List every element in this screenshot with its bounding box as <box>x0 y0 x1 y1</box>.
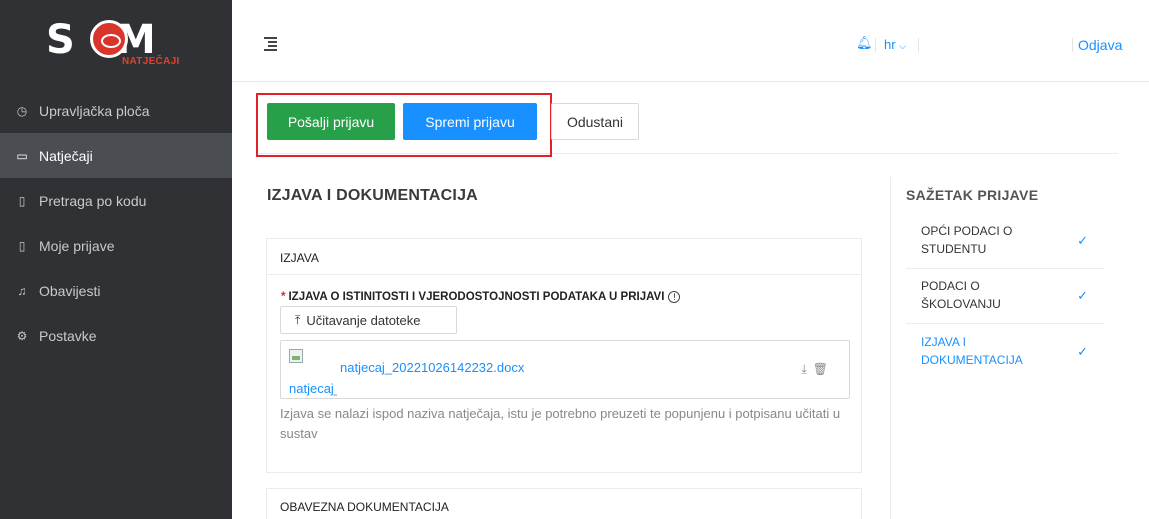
bell-icon: ♫ <box>17 283 27 298</box>
sidebar-item-label: Obavijesti <box>39 282 101 299</box>
sidebar-item-my-applications[interactable]: ▯ Moje prijave <box>0 223 232 268</box>
chevron-down-icon: ⌵ <box>899 41 907 51</box>
file-link[interactable]: natjecaj_20221026142232.docx <box>340 360 524 375</box>
check-icon: ✓ <box>1077 288 1088 303</box>
gear-icon: ⚙ <box>16 328 28 343</box>
sidebar-item-label: Postavke <box>39 327 97 344</box>
file-text-icon: ▯ <box>18 238 26 253</box>
sidebar: SM NATJEČAJI ◷ Upravljačka ploča ▭ Natje… <box>0 0 232 519</box>
divider <box>1072 38 1073 52</box>
file-icon: ▯ <box>18 193 26 208</box>
notification-bell-icon[interactable]: 🔔︎ <box>856 35 873 51</box>
check-icon: ✓ <box>1077 344 1088 359</box>
section-title: IZJAVA I DOKUMENTACIJA <box>267 187 478 204</box>
summary-item-label: IZJAVA I DOKUMENTACIJA <box>921 335 1023 367</box>
logo-subtitle: NATJEČAJI <box>122 56 180 67</box>
logo[interactable]: SM NATJEČAJI <box>0 0 232 84</box>
top-bar: 🔔︎ hr ⌵ Odjava <box>232 0 1149 82</box>
divider <box>875 38 876 52</box>
broken-image-icon <box>289 349 303 363</box>
required-docs-card: OBAVEZNA DOKUMENTACIJA <box>266 488 862 519</box>
upload-file-button[interactable]: ⤒ Učitavanje datoteke <box>280 306 457 334</box>
summary-title: SAŽETAK PRIJAVE <box>906 187 1039 203</box>
sidebar-item-label: Natječaji <box>39 147 93 164</box>
card-title: OBAVEZNA DOKUMENTACIJA <box>280 500 449 514</box>
sidebar-item-label: Moje prijave <box>39 237 115 254</box>
summary-item-general-info[interactable]: OPĆI PODACI O STUDENTU ✓ <box>906 213 1104 269</box>
card-title: IZJAVA <box>267 239 861 275</box>
summary-item-label: PODACI O ŠKOLOVANJU <box>921 279 1001 311</box>
file-thumbnail-alt[interactable]: natjecaj_20221026142232.docx <box>289 381 337 396</box>
folder-icon: ▭ <box>16 148 28 163</box>
save-application-button[interactable]: Spremi prijavu <box>403 103 537 140</box>
sidebar-item-notifications[interactable]: ♫ Obavijesti <box>0 268 232 313</box>
sidebar-item-label: Upravljačka ploča <box>39 102 150 119</box>
required-mark: * <box>281 291 286 303</box>
file-actions: ⤓🗑︎ <box>801 362 834 377</box>
logo-emblem <box>90 20 128 58</box>
sidebar-nav: ◷ Upravljačka ploča ▭ Natječaji ▯ Pretra… <box>0 88 232 358</box>
check-icon: ✓ <box>1077 233 1088 248</box>
summary-item-documentation[interactable]: IZJAVA I DOKUMENTACIJA ✓ <box>906 324 1104 374</box>
logout-link[interactable]: Odjava <box>1078 37 1122 53</box>
divider <box>918 38 919 52</box>
cancel-button[interactable]: Odustani <box>551 103 639 140</box>
upload-icon: ⤒ <box>295 312 301 327</box>
sidebar-item-dashboard[interactable]: ◷ Upravljačka ploča <box>0 88 232 133</box>
dashboard-icon: ◷ <box>16 103 28 118</box>
field-hint: Izjava se nalazi ispod naziva natječaja,… <box>280 406 841 441</box>
language-select[interactable]: hr ⌵ <box>884 37 906 52</box>
uploaded-file: natjecaj_20221026142232.docx natjecaj_20… <box>280 340 850 399</box>
sidebar-item-search-by-code[interactable]: ▯ Pretraga po kodu <box>0 178 232 223</box>
menu-fold-icon[interactable] <box>264 37 277 51</box>
statement-card: IZJAVA * IZJAVA O ISTINITOSTI I VJERODOST… <box>266 238 862 473</box>
summary-item-education[interactable]: PODACI O ŠKOLOVANJU ✓ <box>906 269 1104 324</box>
summary-item-label: OPĆI PODACI O STUDENTU <box>921 224 1013 256</box>
sidebar-item-settings[interactable]: ⚙ Postavke <box>0 313 232 358</box>
send-application-button[interactable]: Pošalji prijavu <box>267 103 395 140</box>
delete-icon[interactable]: 🗑︎ <box>813 362 834 376</box>
field-label: * IZJAVA O ISTINITOSTI I VJERODOSTOJNOSTI… <box>281 291 681 303</box>
logo-mark: SM NATJEČAJI <box>46 14 186 70</box>
application-summary: SAŽETAK PRIJAVE OPĆI PODACI O STUDENTU ✓ … <box>890 177 1118 519</box>
info-icon[interactable]: ! <box>668 291 681 303</box>
sidebar-item-competitions[interactable]: ▭ Natječaji <box>0 133 232 178</box>
download-icon[interactable]: ⤓ <box>801 362 812 376</box>
sidebar-item-label: Pretraga po kodu <box>39 192 147 209</box>
action-bar: Pošalji prijavu Spremi prijavu Odustani <box>256 93 1118 157</box>
